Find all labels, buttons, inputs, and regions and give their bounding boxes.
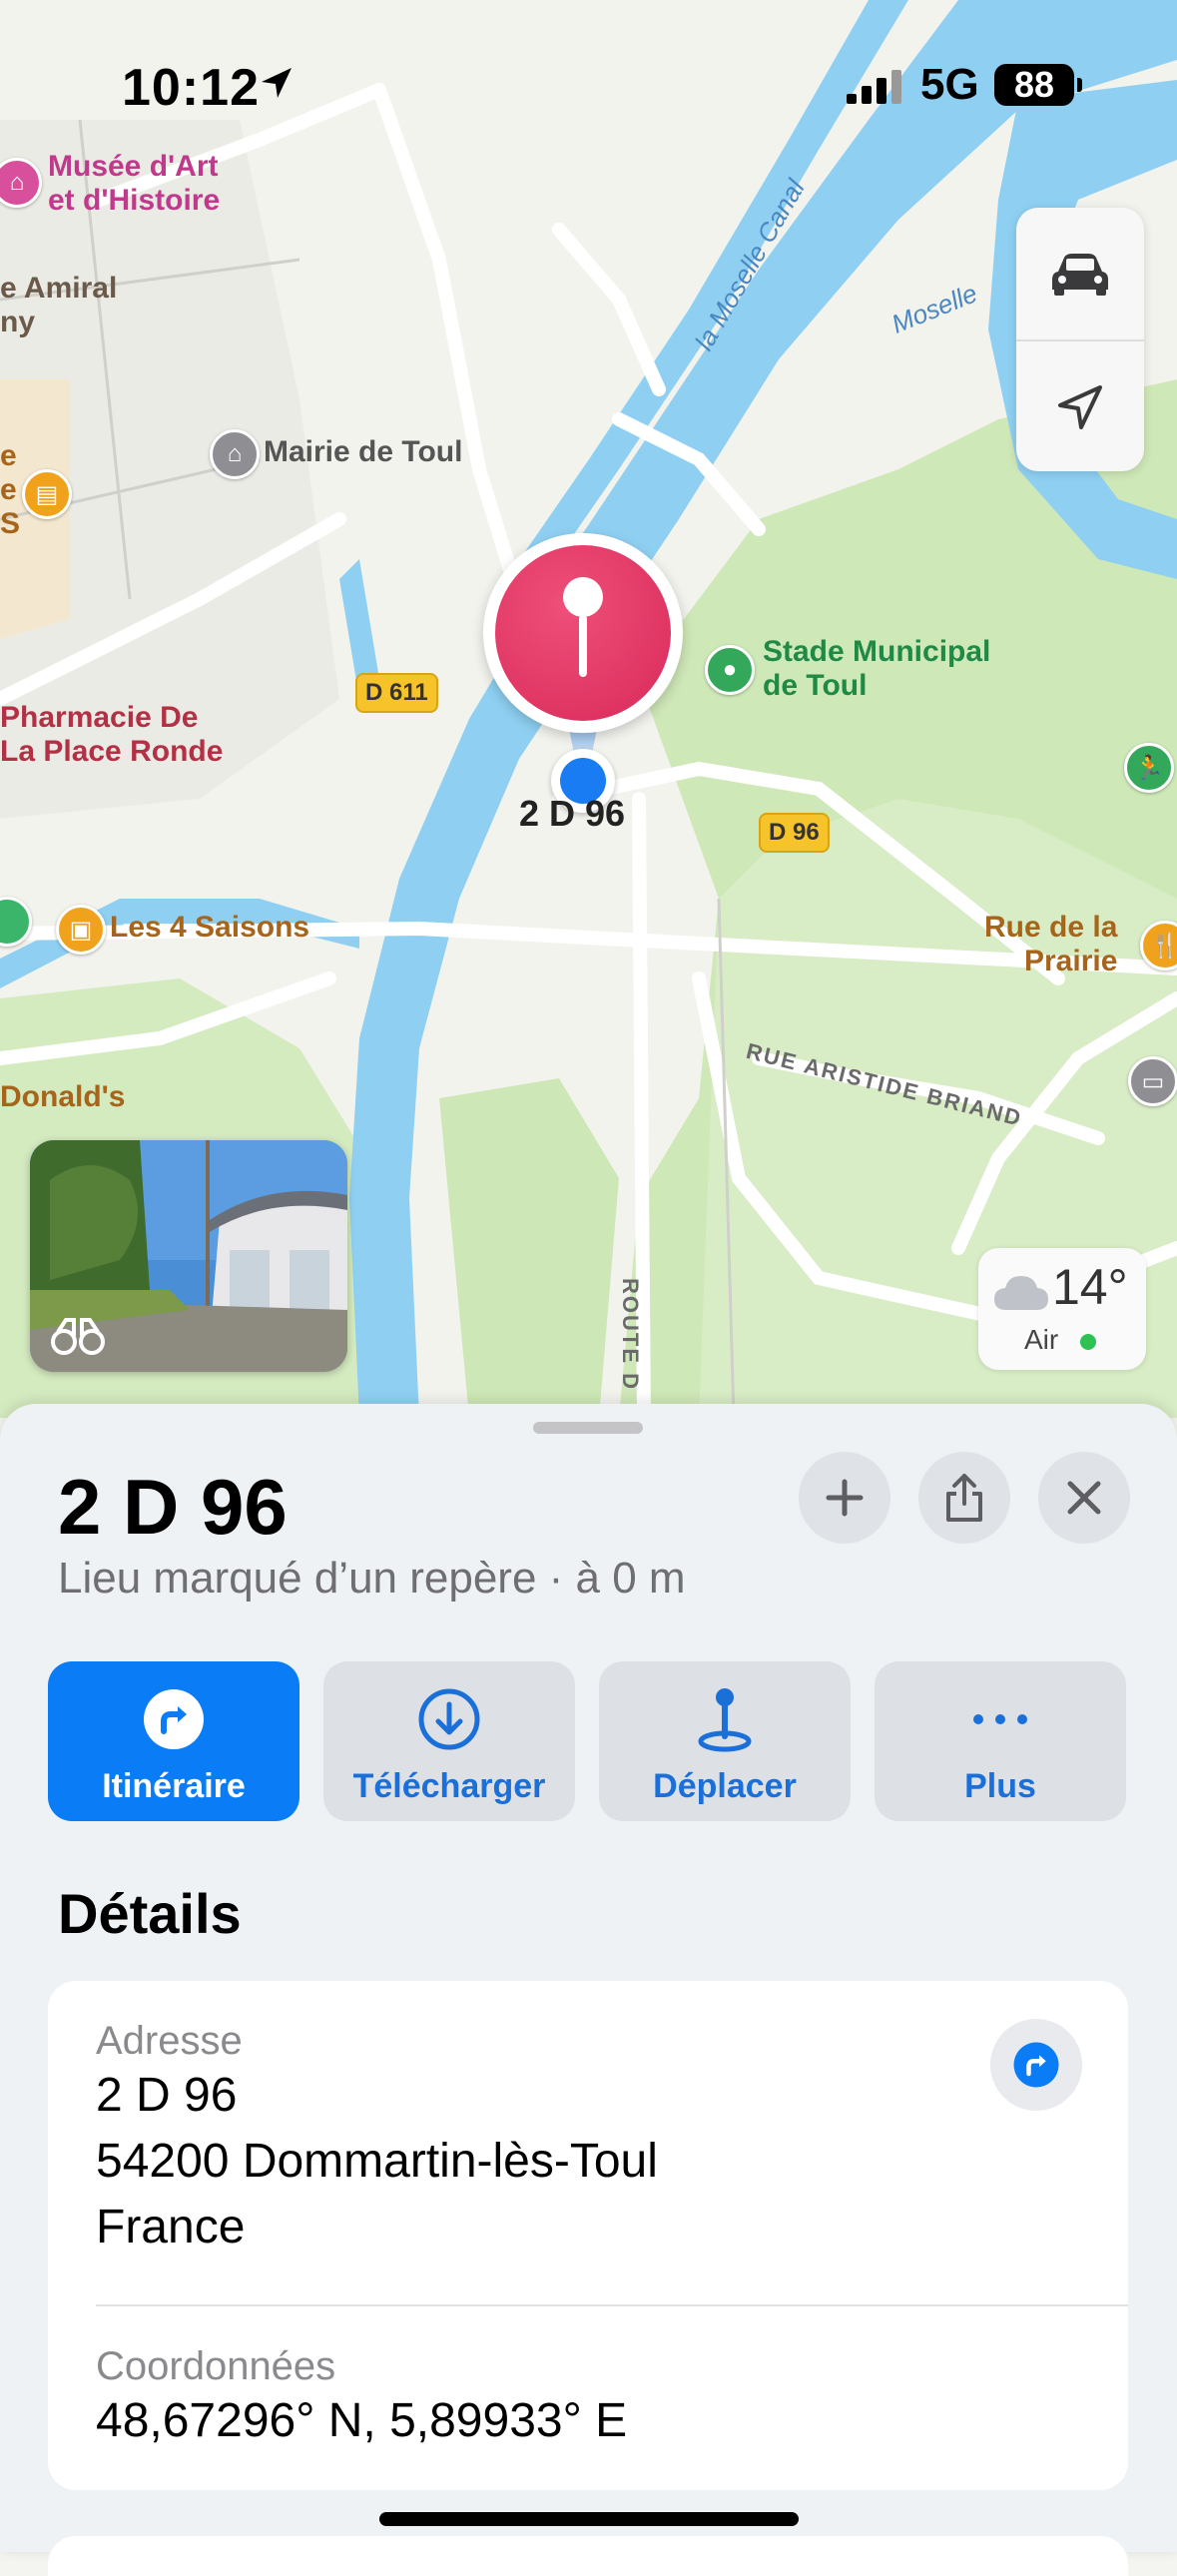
weather-temperature: 14°	[1052, 1259, 1128, 1315]
label-left-e2: e	[0, 473, 17, 506]
label-left-e: e	[0, 439, 17, 472]
label-pharmacie-1[interactable]: Pharmacie De	[0, 701, 198, 735]
download-button[interactable]: Télécharger	[323, 1661, 575, 1821]
battery-level: 88	[994, 64, 1082, 106]
coordinates-label: Coordonnées	[96, 2344, 336, 2388]
locate-me-button[interactable]	[1016, 341, 1144, 473]
place-title: 2 D 96	[58, 1463, 288, 1551]
status-time: 10:12	[122, 59, 260, 117]
move-pin-icon	[698, 1688, 752, 1752]
network-type: 5G	[920, 60, 979, 109]
pushpin-icon	[563, 577, 603, 677]
running-icon[interactable]: 🏃	[1124, 743, 1174, 793]
cellular-signal-icon	[847, 70, 901, 104]
more-icon	[973, 1714, 1027, 1724]
look-around-thumbnail[interactable]	[30, 1140, 347, 1372]
status-bar: 10:12 5G 88	[0, 0, 1177, 170]
air-quality-label: Air	[1024, 1324, 1059, 1355]
sheet-grabber[interactable]	[533, 1422, 643, 1434]
marked-location-pin[interactable]	[483, 533, 683, 733]
share-button[interactable]	[918, 1452, 1010, 1544]
card-divider	[96, 2304, 1128, 2306]
town-hall-icon[interactable]: ⌂	[210, 429, 260, 479]
label-route-d: ROUTE D	[618, 1278, 643, 1391]
move-button[interactable]: Déplacer	[599, 1661, 851, 1821]
share-icon	[946, 1474, 982, 1522]
directions-label: Itinéraire	[102, 1767, 246, 1805]
next-card-edge	[48, 2536, 1128, 2576]
plus-icon	[826, 1479, 864, 1517]
coordinates-value[interactable]: 48,67296° N, 5,89933° E	[96, 2388, 627, 2454]
label-rue-prairie-2[interactable]: Prairie	[1024, 945, 1117, 978]
close-button[interactable]	[1038, 1452, 1130, 1544]
label-mairie[interactable]: Mairie de Toul	[264, 435, 462, 469]
address-label: Adresse	[96, 2019, 243, 2063]
label-pharmacie-2[interactable]: La Place Ronde	[0, 735, 223, 769]
weather-widget[interactable]: 14° Air	[978, 1248, 1146, 1370]
map-view[interactable]: 10:12 5G 88 ⌂ Musée d'Art et d'Histoire …	[0, 0, 1177, 1418]
details-card: Adresse 2 D 96 54200 Dommartin-lès-Toul …	[48, 1981, 1128, 2490]
road-shield-d611: D 611	[355, 673, 438, 713]
label-saisons[interactable]: Les 4 Saisons	[110, 911, 309, 945]
more-label: Plus	[964, 1767, 1036, 1805]
stadium-icon[interactable]: ●	[705, 645, 755, 695]
add-button[interactable]	[799, 1452, 890, 1544]
address-line-2[interactable]: 54200 Dommartin-lès-Toul	[96, 2129, 658, 2195]
place-subtitle: Lieu marqué d’un repère · à 0 m	[58, 1554, 686, 1603]
binoculars-icon	[51, 1318, 105, 1355]
address-line-1[interactable]: 2 D 96	[96, 2063, 237, 2129]
label-stade-1[interactable]: Stade Municipal	[763, 635, 990, 669]
book-icon[interactable]: ▤	[22, 469, 72, 519]
directions-icon	[1013, 2042, 1059, 2088]
directions-icon	[144, 1689, 204, 1749]
shopping-bag-icon[interactable]: ▣	[56, 905, 106, 955]
label-donalds[interactable]: Donald's	[0, 1080, 125, 1114]
download-icon	[418, 1688, 480, 1750]
map-controls	[1016, 208, 1144, 471]
label-musee-2[interactable]: et d'Histoire	[48, 184, 220, 218]
label-amiral-1: e Amiral	[0, 272, 118, 305]
place-card-sheet[interactable]: 2 D 96 Lieu marqué d’un repère · à 0 m I…	[0, 1404, 1177, 2552]
label-left-s: S	[0, 507, 21, 540]
location-arrow-icon	[1058, 385, 1102, 429]
address-directions-button[interactable]	[990, 2019, 1082, 2111]
label-amiral-2: ny	[0, 306, 36, 338]
home-indicator[interactable]	[379, 2512, 799, 2526]
action-buttons-row: Itinéraire Télécharger Déplacer Plus	[48, 1661, 1130, 1821]
move-label: Déplacer	[653, 1767, 797, 1805]
road-shield-d96: D 96	[759, 813, 830, 853]
label-musee-1[interactable]: Musée d'Art	[48, 150, 219, 184]
air-quality-dot	[1080, 1334, 1096, 1350]
car-service-icon[interactable]: ▭	[1128, 1056, 1177, 1106]
location-services-icon	[262, 68, 292, 98]
pin-label: 2 D 96	[519, 793, 626, 834]
more-button[interactable]: Plus	[875, 1661, 1126, 1821]
address-line-3[interactable]: France	[96, 2195, 245, 2260]
label-rue-prairie-1[interactable]: Rue de la	[984, 911, 1117, 945]
cloud-icon	[994, 1276, 1048, 1310]
label-stade-2[interactable]: de Toul	[763, 669, 867, 703]
directions-button[interactable]: Itinéraire	[48, 1661, 299, 1821]
download-label: Télécharger	[352, 1767, 546, 1805]
car-icon	[1052, 254, 1108, 296]
close-icon	[1067, 1481, 1101, 1515]
map-mode-button[interactable]	[1016, 208, 1144, 339]
details-heading: Détails	[58, 1882, 242, 1945]
